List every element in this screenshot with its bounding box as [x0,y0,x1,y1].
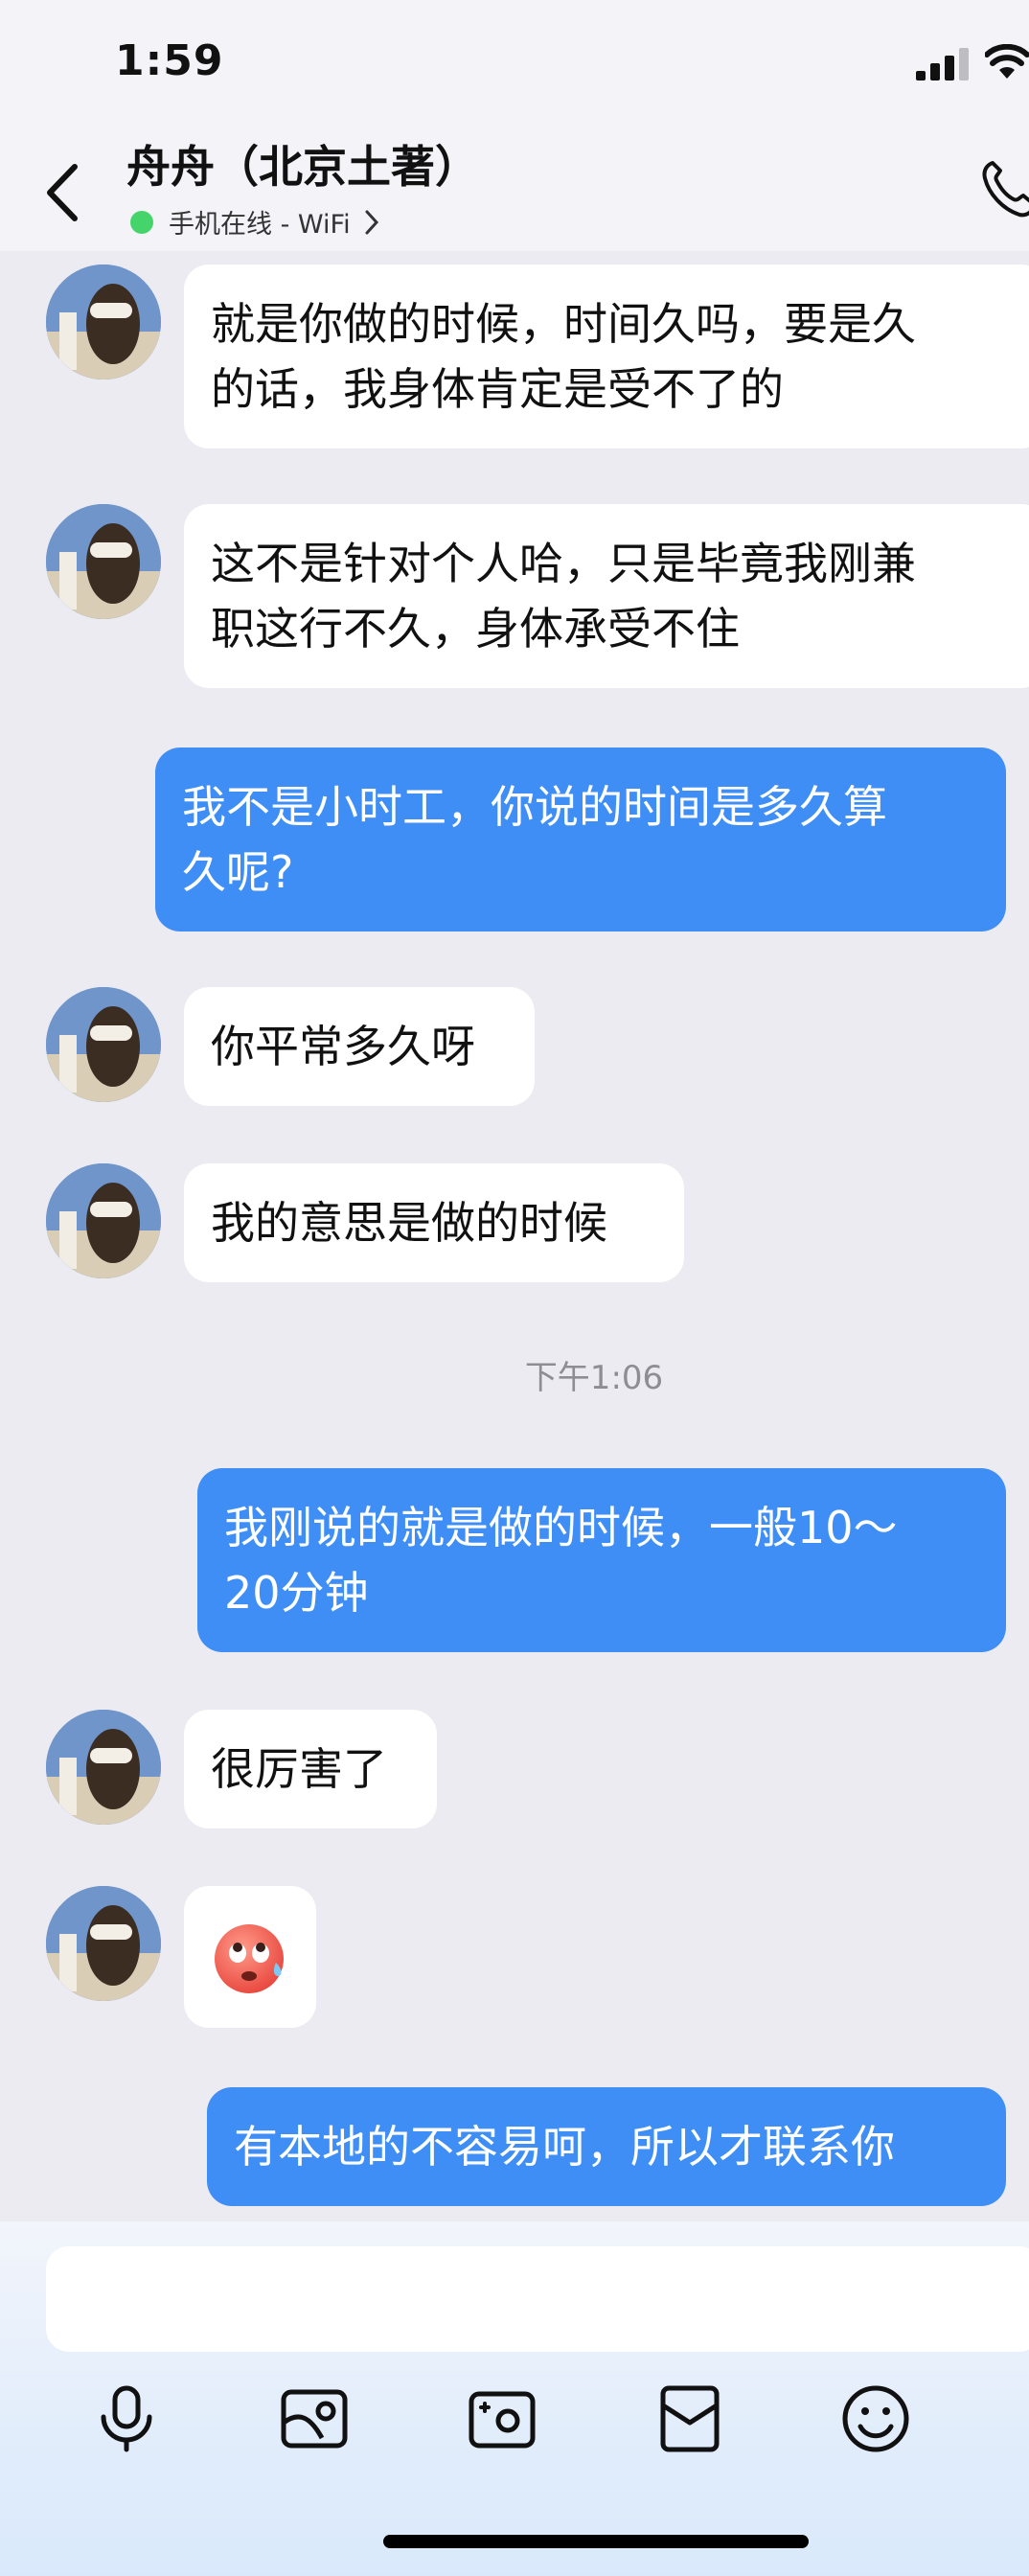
message-bubble-incoming[interactable]: 这不是针对个人哈，只是毕竟我刚兼 职这行不久，身体承受不住 [184,504,1029,688]
contact-avatar[interactable] [46,1710,161,1825]
wifi-icon [985,44,1029,79]
online-status[interactable]: 手机在线 - WiFi [130,203,379,241]
face-with-rolling-eyes-sweat-icon [215,1924,284,1993]
avatar-photo [46,987,161,1102]
image-icon[interactable] [278,2382,351,2455]
contact-name[interactable]: 舟舟（北京土著） [126,132,479,196]
red-packet-icon[interactable] [653,2382,726,2455]
message-input[interactable] [46,2246,1029,2352]
status-time: 1:59 [115,36,224,85]
avatar-photo [46,1163,161,1278]
contact-avatar[interactable] [46,987,161,1102]
contact-avatar[interactable] [46,1163,161,1278]
home-indicator[interactable] [383,2535,809,2548]
status-bar: 1:59 [0,0,1029,125]
message-bubble-incoming[interactable]: 我的意思是做的时候 [184,1163,684,1282]
contact-avatar[interactable] [46,504,161,619]
message-bubble-incoming[interactable]: 很厉害了 [184,1710,437,1828]
microphone-icon[interactable] [90,2382,163,2455]
avatar-photo [46,504,161,619]
avatar-photo [46,264,161,380]
message-bubble-incoming[interactable]: 就是你做的时候，时间久吗，要是久 的话，我身体肯定是受不了的 [184,264,1029,448]
input-area [0,2221,1029,2576]
cellular-signal-icon [916,48,969,80]
message-bubble-incoming-emoji[interactable] [184,1886,316,2028]
message-bubble-incoming[interactable]: 你平常多久呀 [184,987,535,1106]
avatar-photo [46,1710,161,1825]
contact-avatar[interactable] [46,264,161,380]
camera-icon[interactable] [466,2382,538,2455]
contact-avatar[interactable] [46,1886,161,2001]
chevron-right-icon [365,210,378,234]
online-dot [130,210,153,234]
avatar-photo [46,1886,161,2001]
chat-header: 舟舟（北京土著） 手机在线 - WiFi [0,125,1029,251]
message-bubble-outgoing[interactable]: 我刚说的就是做的时候，一般10～ 20分钟 [197,1468,1006,1652]
message-bubble-outgoing[interactable]: 有本地的不容易呵，所以才联系你 [207,2087,1006,2206]
message-bubble-outgoing[interactable]: 我不是小时工，你说的时间是多久算 久呢? [155,748,1006,932]
message-timestamp: 下午1:06 [524,1359,664,1397]
emoji-icon[interactable] [839,2382,912,2455]
phone-call-icon[interactable] [979,159,1029,218]
back-arrow-icon[interactable] [44,163,79,222]
online-status-label: 手机在线 - WiFi [169,210,351,240]
